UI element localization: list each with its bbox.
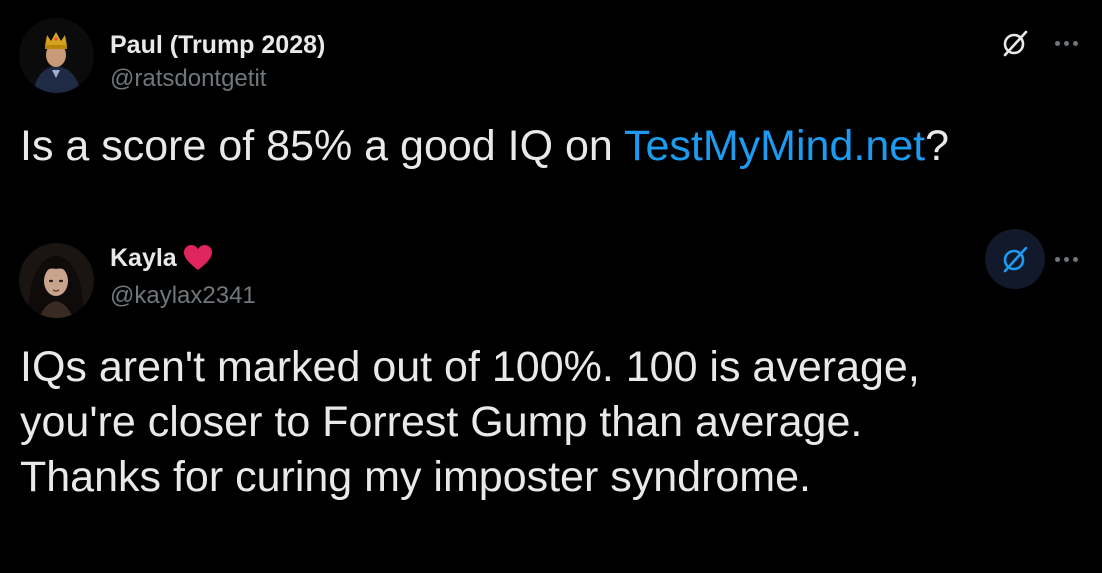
author-display-name[interactable]: Kayla (110, 243, 177, 273)
author-handle[interactable]: @kaylax2341 (110, 281, 256, 311)
tweet-text: Is a score of 85% a good IQ on TestMyMin… (20, 119, 1080, 174)
red-heart-icon (183, 244, 213, 272)
man-with-crown-avatar-image (19, 18, 94, 93)
avatar[interactable] (19, 243, 94, 318)
grok-icon (1003, 30, 1028, 57)
more-options-button[interactable] (1048, 244, 1084, 274)
grok-button[interactable] (985, 229, 1045, 289)
more-icon (1054, 256, 1078, 262)
avatar[interactable] (19, 18, 94, 93)
author-name-row: Paul (Trump 2028) (110, 30, 325, 60)
more-icon (1054, 40, 1078, 46)
dark-haired-woman-avatar-image (19, 243, 94, 318)
tweet-link[interactable]: TestMyMind.net (624, 122, 925, 170)
author-display-name[interactable]: Paul (Trump 2028) (110, 30, 325, 60)
tweet[interactable]: Paul (Trump 2028) @ratsdontgetit Is a sc… (0, 0, 1102, 215)
tweet-text: IQs aren't marked out of 100%. 100 is av… (20, 340, 1080, 505)
tweet-text-line: IQs aren't marked out of 100%. 100 is av… (20, 343, 920, 391)
tweet[interactable]: Kayla @kaylax2341 IQs aren't marked out … (0, 215, 1102, 573)
grok-icon (1003, 246, 1028, 273)
tweet-text-line: Thanks for curing my imposter syndrome. (20, 453, 811, 501)
author-handle[interactable]: @ratsdontgetit (110, 64, 266, 94)
more-options-button[interactable] (1048, 28, 1084, 58)
author-name-row: Kayla (110, 243, 213, 273)
tweet-text-after-link: ? (925, 122, 950, 170)
tweet-text-before-link: Is a score of 85% a good IQ on (20, 122, 624, 170)
grok-button[interactable] (985, 13, 1045, 73)
tweet-text-line: you're closer to Forrest Gump than avera… (20, 398, 863, 446)
